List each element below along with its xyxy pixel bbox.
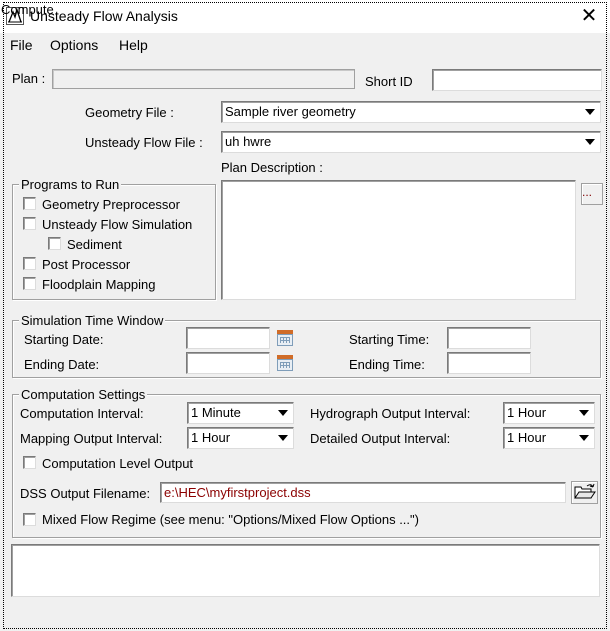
compute-button[interactable]: Compute xyxy=(0,0,607,629)
